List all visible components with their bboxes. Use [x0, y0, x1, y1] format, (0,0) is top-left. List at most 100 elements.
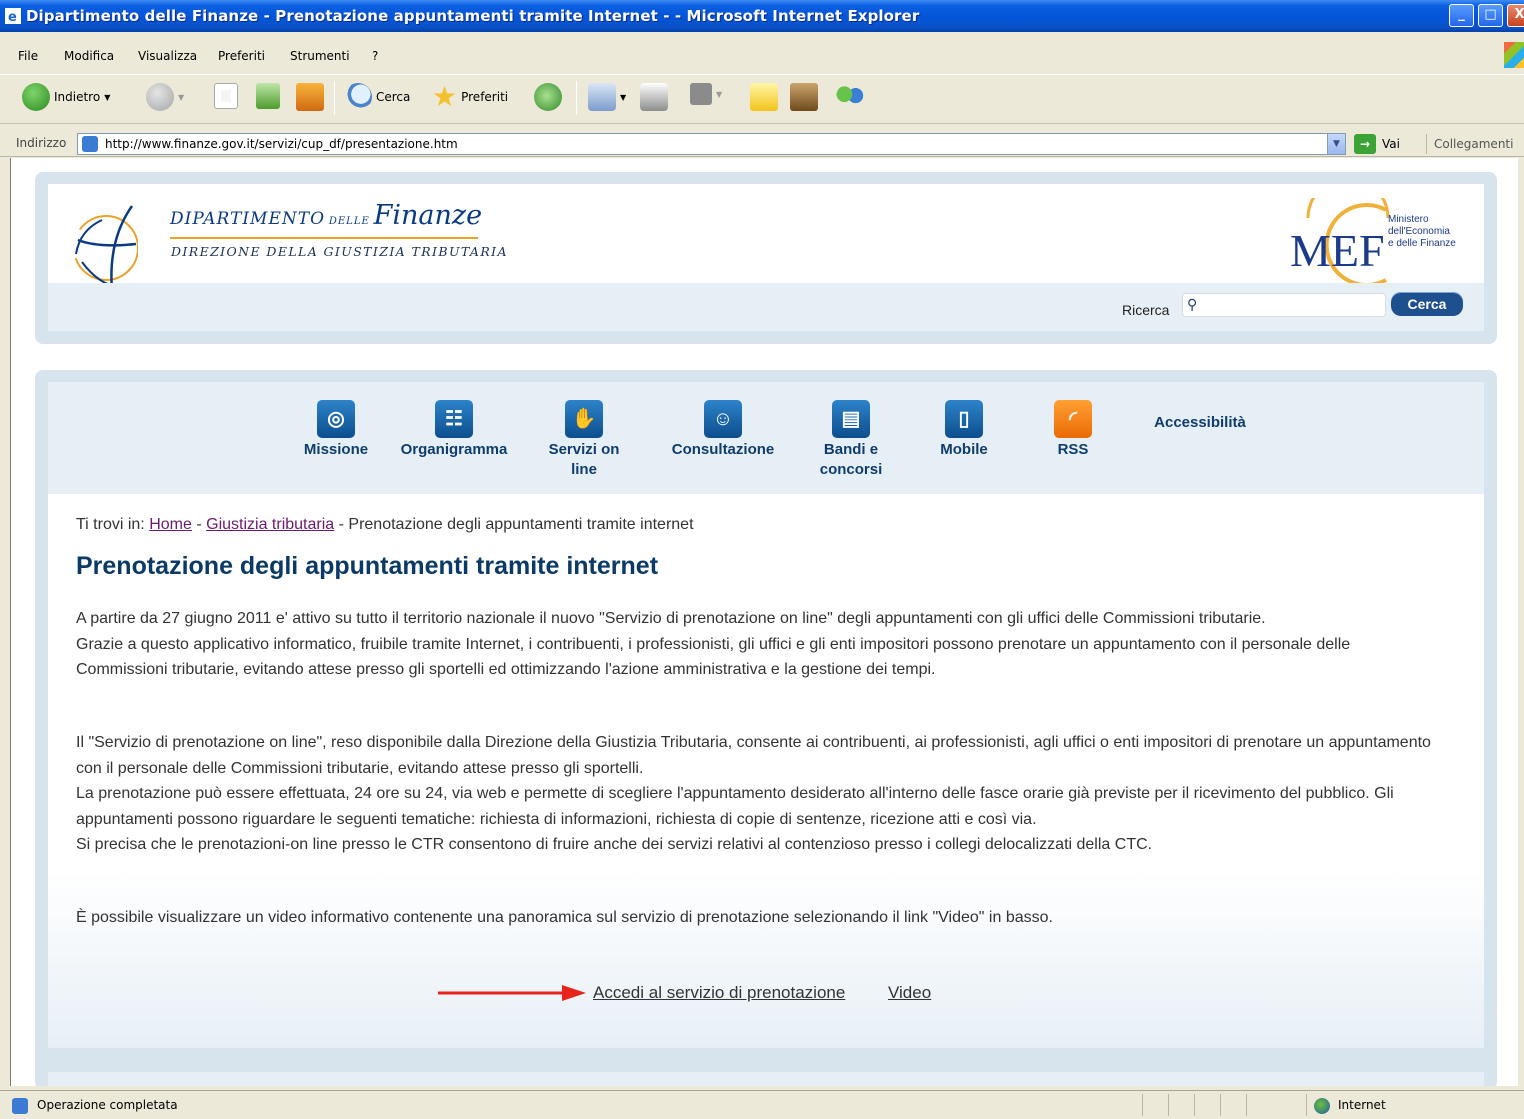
go-button[interactable]: → Vai: [1354, 134, 1400, 154]
address-bar: Indirizzo http://www.finanze.gov.it/serv…: [0, 131, 1524, 157]
maximize-button[interactable]: □: [1478, 4, 1503, 27]
menu-preferiti[interactable]: Preferiti: [218, 49, 265, 63]
forward-button[interactable]: ▼: [146, 83, 184, 111]
people-icon: ☺: [704, 400, 742, 438]
menu-strumenti[interactable]: Strumenti: [290, 49, 350, 63]
menu-visualizza[interactable]: Visualizza: [138, 49, 197, 63]
access-booking-link[interactable]: Accedi al servizio di prenotazione: [593, 983, 845, 1003]
nav-servizi-online[interactable]: ✋ Servizi on line: [542, 400, 626, 480]
home-button[interactable]: [296, 83, 324, 111]
nav-mobile-label: Mobile: [940, 441, 988, 458]
ie-icon: e: [5, 8, 21, 24]
back-button[interactable]: Indietro ▼: [22, 83, 110, 111]
address-url: http://www.finanze.gov.it/servizi/cup_df…: [105, 137, 458, 151]
service-text-3: Si precisa che le prenotazioni-on line p…: [76, 836, 1153, 853]
history-button[interactable]: [534, 83, 562, 111]
address-label: Indirizzo: [16, 136, 67, 150]
address-input[interactable]: http://www.finanze.gov.it/servizi/cup_df…: [77, 133, 1346, 155]
search-button[interactable]: Cerca: [344, 83, 410, 111]
favorites-button[interactable]: ★ Preferiti: [432, 83, 508, 111]
mef-line-2: dell'Economia: [1388, 226, 1450, 237]
status-divider: [1306, 1094, 1307, 1116]
service-text-2: La prenotazione può essere effettuata, 2…: [76, 785, 1394, 828]
page-content: Ti trovi in: Home - Giustizia tributaria…: [48, 494, 1484, 1048]
breadcrumb-separator: -: [338, 516, 344, 533]
menu-file[interactable]: File: [18, 49, 38, 63]
minimize-button[interactable]: _: [1449, 4, 1474, 27]
edit-button[interactable]: ▼: [690, 83, 722, 105]
nav-servizi-label: Servizi on line: [548, 441, 620, 478]
service-paragraph: Il "Servizio di prenotazione on line", r…: [76, 730, 1436, 858]
links-toolbar[interactable]: Collegamenti: [1426, 134, 1513, 154]
forward-arrow-icon: [146, 83, 174, 111]
hand-icon: ✋: [565, 400, 603, 438]
nav-bandi-label: Bandi e concorsi: [819, 441, 883, 478]
nav-accessibilita-label: Accessibilità: [1154, 414, 1246, 431]
nav-accessibilita[interactable]: Accessibilità: [1140, 413, 1260, 433]
go-arrow-icon: →: [1354, 134, 1376, 154]
scrollbar[interactable]: [1518, 158, 1524, 1086]
document-icon: ▤: [832, 400, 870, 438]
breadcrumb-prefix: Ti trovi in:: [76, 516, 145, 533]
direzione-subtitle: DIREZIONE DELLA GIUSTIZIA TRIBUTARIA: [171, 244, 508, 259]
status-bar: Operazione completata Internet: [0, 1090, 1524, 1119]
chevron-down-icon: ▼: [620, 92, 627, 102]
breadcrumb-separator: -: [196, 516, 202, 533]
close-button[interactable]: X: [1507, 4, 1524, 27]
site-search-input[interactable]: ⚲: [1182, 293, 1386, 317]
status-divider: [1220, 1094, 1221, 1116]
menu-help[interactable]: ?: [372, 49, 378, 63]
site-search-button[interactable]: Cerca: [1391, 292, 1463, 316]
breadcrumb: Ti trovi in: Home - Giustizia tributaria…: [76, 516, 694, 534]
windows-logo-icon: [1504, 42, 1524, 68]
research-button[interactable]: [790, 83, 818, 111]
magnifier-icon: [344, 83, 372, 111]
chevron-down-icon[interactable]: ▼: [1327, 134, 1345, 154]
dip-word-3: Finanze: [373, 200, 483, 231]
breadcrumb-section-link[interactable]: Giustizia tributaria: [206, 516, 334, 533]
status-divider: [1142, 1094, 1143, 1116]
mobile-icon: ▯: [945, 400, 983, 438]
breadcrumb-home-link[interactable]: Home: [149, 516, 192, 533]
standard-toolbar: Indietro ▼ ▼ Cerca ★ Preferiti ▼ ▼: [0, 74, 1524, 124]
status-divider: [1194, 1094, 1195, 1116]
print-button[interactable]: [640, 83, 668, 111]
nav-rss[interactable]: ◜ RSS: [1041, 400, 1105, 460]
page-done-icon: [12, 1098, 28, 1114]
status-divider: [1246, 1094, 1247, 1116]
nav-bandi-concorsi[interactable]: ▤ Bandi e concorsi: [806, 400, 896, 480]
nav-missione[interactable]: ◎ Missione: [296, 400, 376, 460]
stop-button[interactable]: [214, 83, 238, 109]
security-zone: Internet: [1338, 1098, 1386, 1112]
svg-text:MEF: MEF: [1290, 225, 1385, 276]
toolbar-separator: [334, 81, 335, 115]
mail-button[interactable]: ▼: [588, 83, 626, 111]
menu-bar: File Modifica Visualizza Preferiti Strum…: [0, 42, 1524, 68]
discuss-button[interactable]: [750, 83, 778, 111]
status-text: Operazione completata: [37, 1098, 178, 1112]
research-icon: [790, 83, 818, 111]
nav-consultazione[interactable]: ☺ Consultazione: [660, 400, 786, 460]
nav-rss-label: RSS: [1057, 441, 1089, 458]
back-arrow-icon: [22, 83, 50, 111]
window-title: Dipartimento delle Finanze - Prenotazion…: [26, 7, 920, 25]
chevron-down-icon: ▼: [716, 89, 723, 99]
service-text-1: Il "Servizio di prenotazione on line", r…: [76, 734, 1431, 777]
note-icon: [750, 83, 778, 111]
menu-modifica[interactable]: Modifica: [64, 49, 114, 63]
printer-icon: [640, 83, 668, 111]
toolbar-separator: [576, 81, 577, 115]
nav-mobile[interactable]: ▯ Mobile: [924, 400, 1004, 460]
intro-text-2: Grazie a questo applicativo informatico,…: [76, 635, 1351, 679]
main-panel: ◎ Missione ☷ Organigramma ✋ Servizi on l…: [35, 370, 1497, 1086]
intro-paragraph: A partire da 27 giugno 2011 e' attivo su…: [76, 606, 1436, 683]
refresh-button[interactable]: [256, 83, 280, 109]
page-viewport: DIPARTIMENTO DELLE Finanze DIREZIONE DEL…: [10, 158, 1524, 1086]
video-link[interactable]: Video: [888, 983, 931, 1003]
nav-organigramma[interactable]: ☷ Organigramma: [392, 400, 516, 460]
mef-line-3: e delle Finanze: [1388, 238, 1456, 249]
rss-icon: ◜: [1054, 400, 1092, 438]
messenger-button[interactable]: [836, 83, 864, 111]
search-label: Cerca: [376, 90, 411, 104]
main-navigation: ◎ Missione ☷ Organigramma ✋ Servizi on l…: [48, 382, 1484, 494]
